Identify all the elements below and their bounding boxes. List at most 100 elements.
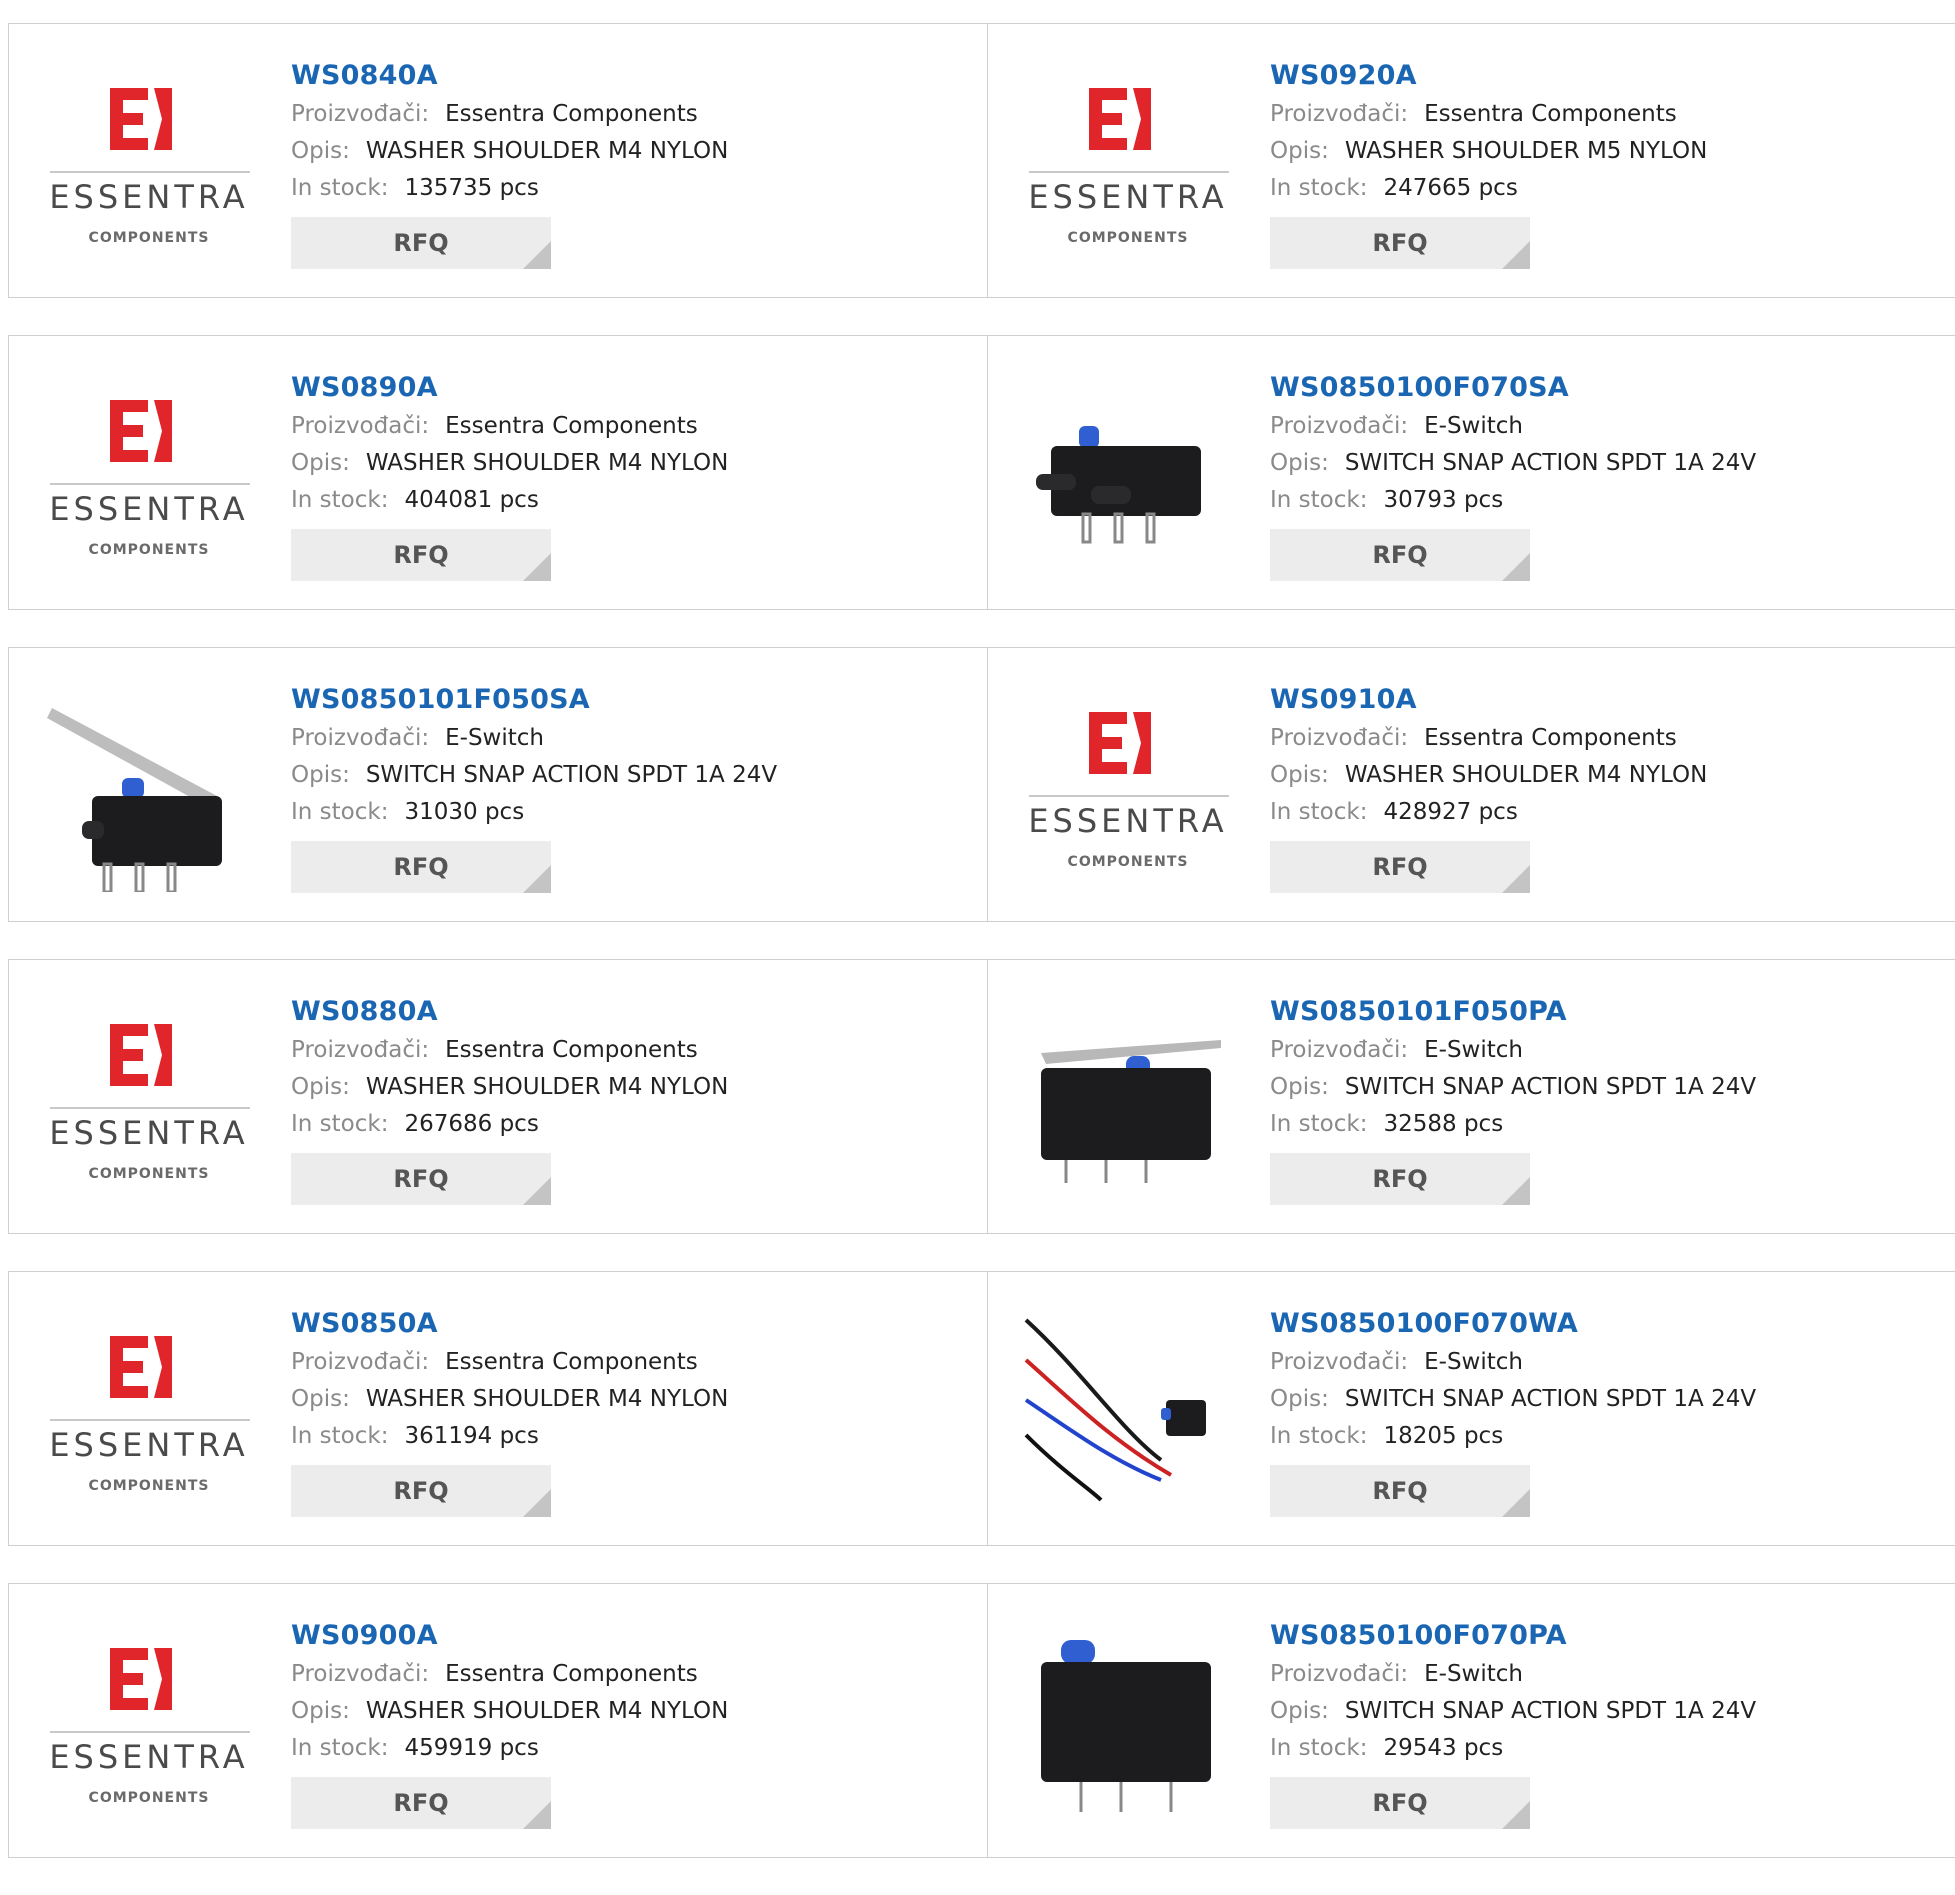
part-number-link[interactable]: WS0900A — [291, 1616, 977, 1656]
corner-triangle-icon — [523, 1177, 551, 1205]
part-number-link[interactable]: WS0850101F050SA — [291, 680, 977, 720]
logo-divider — [50, 1107, 250, 1109]
product-image[interactable]: ESSENTRA COMPONENTS — [42, 998, 250, 1204]
product-image[interactable]: ESSENTRA COMPONENTS — [42, 1310, 250, 1516]
description-label: Opis: — [1270, 1386, 1329, 1412]
essentra-mark-icon — [110, 1336, 172, 1398]
description-value: SWITCH SNAP ACTION SPDT 1A 24V — [1344, 1698, 1757, 1724]
part-number-link[interactable]: WS0890A — [291, 368, 977, 408]
rfq-button[interactable]: RFQ — [291, 1777, 551, 1829]
part-number-link[interactable]: WS0850101F050PA — [1270, 992, 1947, 1032]
rfq-button[interactable]: RFQ — [291, 1153, 551, 1205]
manufacturer-value: Essentra Components — [445, 1661, 698, 1687]
rfq-button[interactable]: RFQ — [291, 217, 551, 269]
rfq-button[interactable]: RFQ — [1270, 1777, 1530, 1829]
rfq-button[interactable]: RFQ — [291, 1465, 551, 1517]
logo-divider — [1029, 795, 1229, 797]
logo-wordmark: ESSENTRA — [49, 1426, 249, 1464]
essentra-logo: ESSENTRA COMPONENTS — [1021, 62, 1229, 268]
stock-value: 18205 pcs — [1383, 1423, 1504, 1449]
essentra-logo: ESSENTRA COMPONENTS — [42, 1622, 250, 1828]
stock-label: In stock: — [1270, 1735, 1368, 1761]
part-number-link[interactable]: WS0910A — [1270, 680, 1947, 720]
essentra-logo: ESSENTRA COMPONENTS — [1021, 686, 1229, 892]
rfq-label: RFQ — [1372, 853, 1428, 881]
logo-wordmark: ESSENTRA — [49, 490, 249, 528]
product-image[interactable] — [1021, 1310, 1227, 1516]
product-image[interactable] — [1021, 1622, 1227, 1828]
logo-subtitle: COMPONENTS — [1067, 230, 1189, 246]
manufacturer-label: Proizvođači: — [1270, 1349, 1409, 1375]
product-image[interactable]: ESSENTRA COMPONENTS — [42, 62, 250, 268]
logo-divider — [50, 1419, 250, 1421]
stock-value: 31030 pcs — [404, 799, 525, 825]
rfq-label: RFQ — [393, 541, 449, 569]
switch-lever-photo — [47, 708, 222, 894]
description-label: Opis: — [291, 1698, 350, 1724]
part-number-link[interactable]: WS0880A — [291, 992, 977, 1032]
logo-subtitle: COMPONENTS — [1067, 854, 1189, 870]
part-number-link[interactable]: WS0850A — [291, 1304, 977, 1344]
manufacturer-label: Proizvođači: — [291, 1661, 430, 1687]
product-card: ESSENTRA COMPONENTS WS0890A Proizvođači: E… — [9, 336, 987, 609]
rfq-label: RFQ — [393, 1477, 449, 1505]
product-image[interactable]: ESSENTRA COMPONENTS — [42, 374, 250, 580]
product-image[interactable]: ESSENTRA COMPONENTS — [1021, 686, 1229, 892]
essentra-mark-icon — [110, 1648, 172, 1710]
description-label: Opis: — [1270, 1074, 1329, 1100]
manufacturer-value: Essentra Components — [1424, 101, 1677, 127]
rfq-button[interactable]: RFQ — [1270, 217, 1530, 269]
description-value: WASHER SHOULDER M4 NYLON — [365, 1698, 729, 1724]
stock-value: 267686 pcs — [404, 1111, 539, 1137]
product-image[interactable] — [1021, 998, 1227, 1204]
description-value: SWITCH SNAP ACTION SPDT 1A 24V — [1344, 450, 1757, 476]
stock-label: In stock: — [1270, 1423, 1368, 1449]
description-value: WASHER SHOULDER M4 NYLON — [365, 138, 729, 164]
rfq-button[interactable]: RFQ — [1270, 1153, 1530, 1205]
description-value: SWITCH SNAP ACTION SPDT 1A 24V — [1344, 1386, 1757, 1412]
description-label: Opis: — [291, 1386, 350, 1412]
part-number-link[interactable]: WS0850100F070PA — [1270, 1616, 1947, 1656]
manufacturer-label: Proizvođači: — [291, 101, 430, 127]
description-label: Opis: — [1270, 138, 1329, 164]
product-image[interactable]: ESSENTRA COMPONENTS — [1021, 62, 1229, 268]
stock-label: In stock: — [291, 175, 389, 201]
stock-value: 361194 pcs — [404, 1423, 539, 1449]
essentra-logo: ESSENTRA COMPONENTS — [42, 998, 250, 1204]
manufacturer-label: Proizvođači: — [291, 1037, 430, 1063]
stock-label: In stock: — [1270, 175, 1368, 201]
product-row: ESSENTRA COMPONENTS WS0880A Proizvođači: E… — [8, 959, 1955, 1234]
product-image[interactable]: ESSENTRA COMPONENTS — [42, 1622, 250, 1828]
description-label: Opis: — [291, 762, 350, 788]
rfq-label: RFQ — [393, 229, 449, 257]
product-card: ESSENTRA COMPONENTS WS0900A Proizvođači: E… — [9, 1584, 987, 1857]
logo-divider — [50, 171, 250, 173]
product-card: WS0850100F070PA Proizvođači: E-Switch Opi… — [987, 1584, 1955, 1857]
switch-wired-photo — [1024, 1318, 1206, 1502]
switch-plunger-pcb-photo — [1041, 1640, 1211, 1812]
description-label: Opis: — [291, 450, 350, 476]
rfq-button[interactable]: RFQ — [1270, 841, 1530, 893]
rfq-button[interactable]: RFQ — [291, 529, 551, 581]
part-number-link[interactable]: WS0840A — [291, 56, 977, 96]
description-value: SWITCH SNAP ACTION SPDT 1A 24V — [1344, 1074, 1757, 1100]
stock-value: 32588 pcs — [1383, 1111, 1504, 1137]
part-number-link[interactable]: WS0850100F070WA — [1270, 1304, 1947, 1344]
stock-label: In stock: — [291, 1735, 389, 1761]
stock-label: In stock: — [1270, 1111, 1368, 1137]
part-number-link[interactable]: WS0920A — [1270, 56, 1947, 96]
description-value: WASHER SHOULDER M5 NYLON — [1344, 138, 1708, 164]
rfq-button[interactable]: RFQ — [1270, 529, 1530, 581]
part-number-link[interactable]: WS0850100F070SA — [1270, 368, 1947, 408]
corner-triangle-icon — [523, 865, 551, 893]
essentra-logo: ESSENTRA COMPONENTS — [42, 1310, 250, 1516]
rfq-button[interactable]: RFQ — [1270, 1465, 1530, 1517]
rfq-button[interactable]: RFQ — [291, 841, 551, 893]
corner-triangle-icon — [523, 1489, 551, 1517]
corner-triangle-icon — [523, 1801, 551, 1829]
product-image[interactable] — [42, 686, 248, 894]
stock-label: In stock: — [1270, 487, 1368, 513]
stock-label: In stock: — [1270, 799, 1368, 825]
product-image[interactable] — [1021, 374, 1227, 580]
corner-triangle-icon — [1502, 1177, 1530, 1205]
